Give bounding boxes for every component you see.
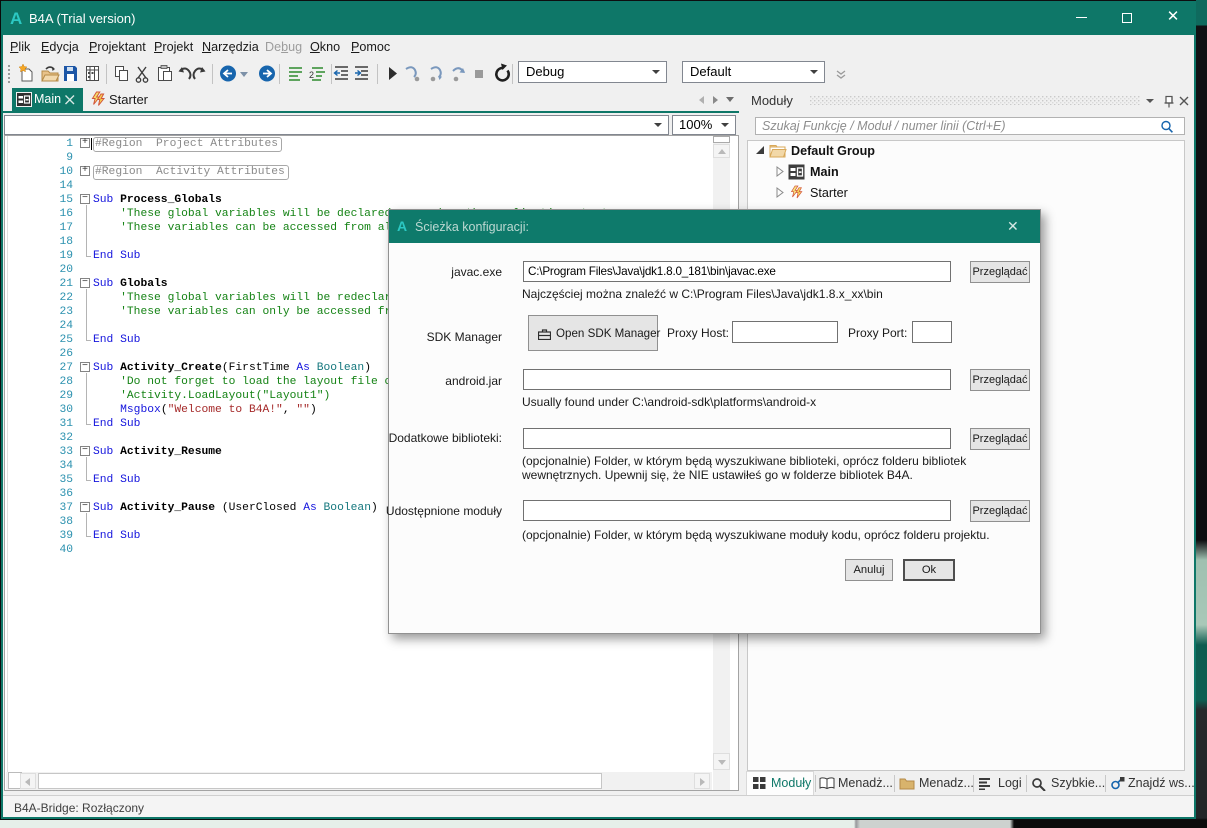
svg-text:2: 2 <box>309 70 314 80</box>
